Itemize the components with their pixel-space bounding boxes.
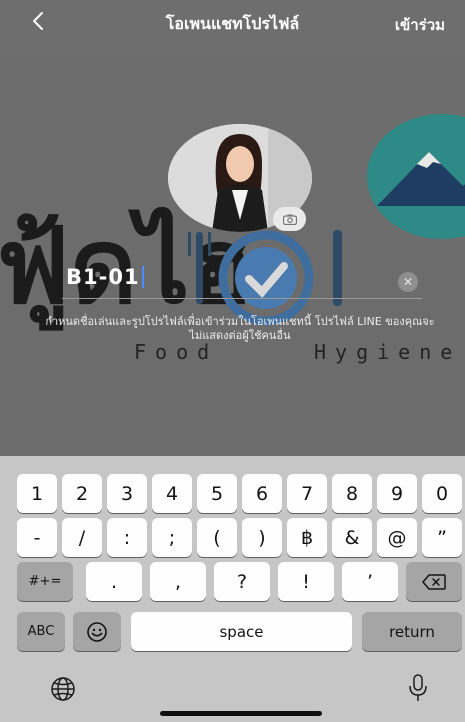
key-baht[interactable]: ฿	[287, 518, 327, 557]
language-switch-button[interactable]	[48, 674, 78, 704]
key-hyphen[interactable]: -	[17, 518, 57, 557]
emoji-key[interactable]	[73, 612, 121, 651]
key-question[interactable]: ?	[214, 562, 270, 601]
dictation-button[interactable]	[406, 672, 430, 704]
svg-text:Food: Food	[134, 340, 218, 364]
key-quote[interactable]: ”	[422, 518, 462, 557]
key-9[interactable]: 9	[377, 474, 417, 513]
key-at[interactable]: @	[377, 518, 417, 557]
food-hygiene-watermark: ฟู้ดไฮ Food Hygiene	[0, 205, 461, 364]
nickname-value: B1-01	[66, 265, 140, 289]
input-underline	[62, 298, 422, 299]
key-6[interactable]: 6	[242, 474, 282, 513]
backspace-key[interactable]	[406, 562, 462, 601]
profile-hint-text: กำหนดชื่อเล่นและรูปโปรไฟล์เพื่อเข้าร่วมใ…	[45, 315, 435, 342]
globe-icon	[51, 677, 75, 701]
key-semicolon[interactable]: ;	[152, 518, 192, 557]
key-colon[interactable]: :	[107, 518, 147, 557]
microphone-icon	[409, 674, 427, 701]
key-slash[interactable]: /	[62, 518, 102, 557]
key-7[interactable]: 7	[287, 474, 327, 513]
key-3[interactable]: 3	[107, 474, 147, 513]
key-period[interactable]: .	[86, 562, 142, 601]
svg-text:Hygiene: Hygiene	[314, 340, 461, 364]
nickname-input[interactable]: B1-01	[66, 265, 144, 289]
abc-key[interactable]: ABC	[17, 612, 65, 651]
key-0[interactable]: 0	[422, 474, 462, 513]
camera-icon	[282, 214, 297, 225]
key-5[interactable]: 5	[197, 474, 237, 513]
text-cursor	[141, 266, 144, 288]
close-icon: ✕	[402, 275, 414, 289]
symbols-toggle-key[interactable]: #+=	[17, 562, 73, 601]
key-comma[interactable]: ,	[150, 562, 206, 601]
key-4[interactable]: 4	[152, 474, 192, 513]
space-key[interactable]: space	[131, 612, 352, 651]
home-indicator	[160, 711, 322, 716]
onscreen-keyboard: 1 2 3 4 5 6 7 8 9 0 - / : ; ( ) ฿ & @ ” …	[0, 456, 465, 722]
key-exclamation[interactable]: !	[278, 562, 334, 601]
change-photo-button[interactable]	[273, 207, 306, 231]
key-8[interactable]: 8	[332, 474, 372, 513]
return-key[interactable]: return	[362, 612, 462, 651]
key-open-paren[interactable]: (	[197, 518, 237, 557]
key-apostrophe[interactable]: ’	[342, 562, 398, 601]
key-2[interactable]: 2	[62, 474, 102, 513]
backspace-icon	[422, 573, 446, 590]
clear-input-button[interactable]: ✕	[398, 272, 418, 292]
header-bar: โอเพนแชทโปรไฟล์ เข้าร่วม	[0, 0, 465, 52]
key-ampersand[interactable]: &	[332, 518, 372, 557]
profile-editor: ฟู้ดไฮ Food Hygiene B1-01 ✕ กำหนดชื่อเล่…	[0, 52, 465, 456]
emoji-icon	[87, 621, 107, 642]
join-button[interactable]: เข้าร่วม	[395, 13, 445, 37]
key-close-paren[interactable]: )	[242, 518, 282, 557]
key-1[interactable]: 1	[17, 474, 57, 513]
